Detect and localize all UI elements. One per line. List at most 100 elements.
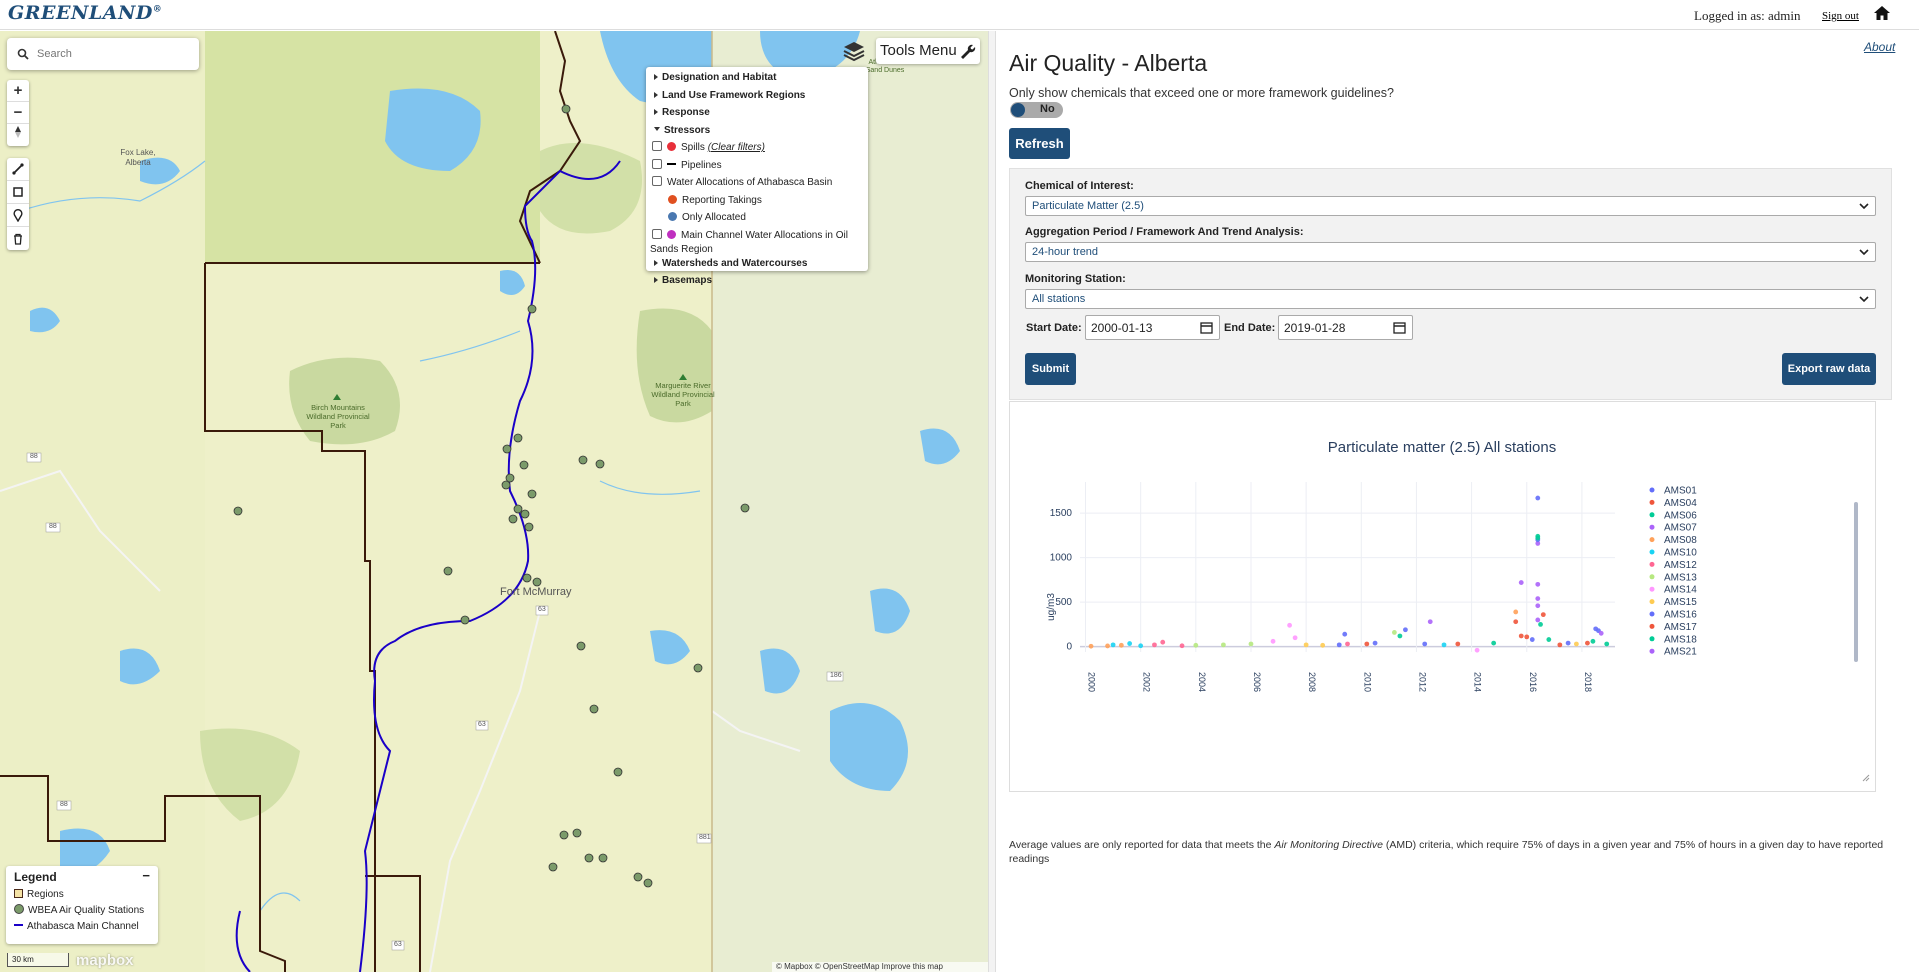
refresh-button[interactable]: Refresh bbox=[1009, 128, 1070, 159]
delete-drawing-button[interactable] bbox=[7, 227, 29, 250]
data-point-ams16[interactable] bbox=[1403, 627, 1408, 633]
legend-item-ams16[interactable]: AMS16 bbox=[1664, 610, 1697, 621]
legend-item-ams12[interactable]: AMS12 bbox=[1664, 560, 1697, 571]
data-point-ams01[interactable] bbox=[1372, 640, 1378, 646]
data-point-ams04[interactable] bbox=[1364, 641, 1370, 647]
layer-group-designation[interactable]: Designation and Habitat bbox=[650, 69, 868, 87]
legend-item-ams10[interactable]: AMS10 bbox=[1664, 548, 1697, 559]
layer-spills[interactable]: Spills (Clear filters) bbox=[650, 139, 868, 157]
data-point-ams13[interactable] bbox=[1391, 630, 1397, 635]
zoom-out-button[interactable]: − bbox=[7, 102, 29, 124]
legend-item-ams07[interactable]: AMS07 bbox=[1664, 523, 1697, 534]
data-point-ams18[interactable] bbox=[1546, 637, 1552, 642]
layer-group-land-use[interactable]: Land Use Framework Regions bbox=[650, 87, 868, 105]
data-point-ams15[interactable] bbox=[1303, 642, 1309, 648]
draw-point-button[interactable] bbox=[7, 204, 29, 227]
layer-pipelines[interactable]: Pipelines bbox=[650, 157, 868, 175]
data-point-ams13[interactable] bbox=[1193, 642, 1199, 648]
layers-icon[interactable] bbox=[841, 38, 867, 64]
data-point-ams01[interactable] bbox=[1422, 641, 1428, 647]
data-point-ams06[interactable] bbox=[1491, 640, 1497, 646]
data-point-ams10[interactable] bbox=[1127, 641, 1133, 646]
map-attribution[interactable]: © Mapbox © OpenStreetMap Improve this ma… bbox=[772, 962, 988, 972]
layer-group-watersheds[interactable]: Watersheds and Watercourses bbox=[650, 255, 868, 273]
compass-button[interactable] bbox=[7, 124, 29, 146]
home-icon[interactable] bbox=[1873, 5, 1891, 21]
layer-water-alloc[interactable]: Water Allocations of Athabasca Basin bbox=[650, 174, 868, 192]
legend-item-ams13[interactable]: AMS13 bbox=[1664, 572, 1697, 583]
main-channel-checkbox[interactable] bbox=[652, 228, 662, 239]
legend-item-ams21[interactable]: AMS21 bbox=[1664, 647, 1697, 658]
data-point-ams04[interactable] bbox=[1524, 634, 1530, 640]
data-point-ams07[interactable] bbox=[1518, 580, 1524, 585]
data-point-ams12[interactable] bbox=[1160, 639, 1166, 645]
legend-item-ams14[interactable]: AMS14 bbox=[1664, 585, 1697, 596]
legend-item-ams17[interactable]: AMS17 bbox=[1664, 622, 1697, 633]
legend-minimize-button[interactable]: − bbox=[142, 868, 150, 883]
data-point-ams06[interactable] bbox=[1397, 633, 1403, 639]
layer-group-basemaps[interactable]: Basemaps bbox=[650, 272, 868, 290]
draw-polygon-button[interactable] bbox=[7, 181, 29, 204]
start-date-input[interactable]: 2000-01-13 bbox=[1085, 315, 1220, 340]
data-point-ams21[interactable] bbox=[1598, 630, 1604, 636]
legend-item-ams18[interactable]: AMS18 bbox=[1664, 634, 1697, 645]
search-input[interactable] bbox=[37, 45, 187, 63]
data-point-ams10[interactable] bbox=[1138, 643, 1144, 649]
data-point-ams04[interactable] bbox=[1513, 619, 1519, 625]
legend-item-ams06[interactable]: AMS06 bbox=[1664, 510, 1697, 521]
map-search[interactable] bbox=[7, 38, 199, 70]
data-point-ams07[interactable] bbox=[1427, 619, 1433, 625]
clear-filters-link[interactable]: (Clear filters) bbox=[708, 142, 765, 153]
data-point-ams18[interactable] bbox=[1604, 641, 1610, 647]
data-point-ams04[interactable] bbox=[1557, 642, 1563, 648]
data-point-ams15[interactable] bbox=[1320, 642, 1326, 648]
data-point-ams12[interactable] bbox=[1179, 643, 1185, 649]
data-point-ams12[interactable] bbox=[1152, 642, 1157, 648]
data-point-ams21[interactable] bbox=[1535, 617, 1541, 623]
pipelines-checkbox[interactable] bbox=[652, 158, 662, 169]
data-point-ams14[interactable] bbox=[1474, 647, 1480, 653]
exceed-toggle[interactable]: No bbox=[1010, 102, 1063, 118]
export-raw-data-button[interactable]: Export raw data bbox=[1782, 353, 1876, 385]
draw-line-button[interactable] bbox=[7, 158, 29, 181]
chemical-select[interactable]: Particulate Matter (2.5) bbox=[1025, 196, 1876, 216]
layer-main-channel[interactable]: Main Channel Water Allocations in Oil Sa… bbox=[650, 227, 868, 255]
data-point-ams17[interactable] bbox=[1540, 612, 1546, 618]
tools-menu-button[interactable]: Tools Menu bbox=[876, 38, 980, 64]
data-point-ams06[interactable] bbox=[1538, 622, 1543, 627]
layer-group-stressors[interactable]: Stressors bbox=[650, 122, 868, 140]
map-view[interactable]: Fox Lake, Alberta Birch Mountains Wildla… bbox=[0, 31, 988, 972]
data-point-ams16[interactable] bbox=[1593, 626, 1599, 632]
data-point-ams18[interactable] bbox=[1535, 535, 1541, 541]
app-logo[interactable]: GREENLAND® bbox=[8, 2, 162, 24]
data-point-ams13[interactable] bbox=[1248, 641, 1254, 647]
data-point-ams08[interactable] bbox=[1118, 642, 1124, 648]
mapbox-logo[interactable]: mapbox bbox=[76, 952, 134, 969]
legend-item-ams08[interactable]: AMS08 bbox=[1664, 535, 1697, 546]
legend-item-ams01[interactable]: AMS01 bbox=[1664, 486, 1697, 497]
end-date-input[interactable]: 2019-01-28 bbox=[1278, 315, 1413, 340]
legend-item-ams15[interactable]: AMS15 bbox=[1664, 597, 1697, 608]
data-point-ams17[interactable] bbox=[1585, 640, 1590, 646]
aggregation-select[interactable]: 24-hour trend bbox=[1025, 242, 1876, 262]
legend-item-ams04[interactable]: AMS04 bbox=[1664, 498, 1697, 509]
data-point-ams01[interactable] bbox=[1529, 637, 1535, 642]
data-point-ams08[interactable] bbox=[1088, 643, 1094, 649]
data-point-ams08[interactable] bbox=[1105, 643, 1110, 649]
calendar-icon[interactable] bbox=[1393, 321, 1406, 334]
resize-handle-icon[interactable] bbox=[1862, 774, 1870, 782]
panel-splitter[interactable] bbox=[988, 31, 996, 972]
about-link[interactable]: About bbox=[1864, 40, 1895, 54]
scatter-chart[interactable]: Particulate matter (2.5) All stations ug… bbox=[1010, 402, 1875, 791]
calendar-icon[interactable] bbox=[1200, 321, 1213, 334]
zoom-in-button[interactable]: + bbox=[7, 80, 29, 102]
data-point-ams14[interactable] bbox=[1292, 635, 1298, 641]
data-point-ams08[interactable] bbox=[1513, 609, 1519, 615]
station-select[interactable]: All stations bbox=[1025, 289, 1876, 309]
data-point-ams14[interactable] bbox=[1270, 638, 1276, 644]
data-point-ams01[interactable] bbox=[1565, 640, 1571, 646]
data-point-ams10[interactable] bbox=[1441, 642, 1447, 648]
data-point-ams01[interactable] bbox=[1336, 642, 1342, 648]
spills-checkbox[interactable] bbox=[652, 141, 662, 151]
sign-out-link[interactable]: Sign out bbox=[1822, 10, 1859, 22]
